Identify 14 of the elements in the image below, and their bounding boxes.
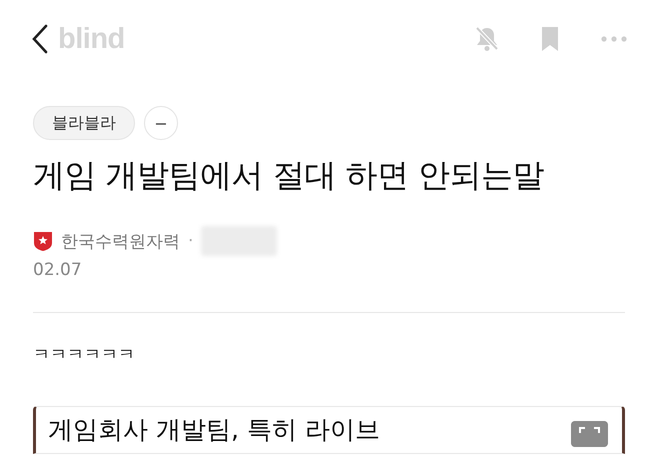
- bookmark-icon[interactable]: [540, 26, 560, 52]
- shield-star-icon: [33, 230, 53, 252]
- card-title: 게임회사 개발팀, 특히 라이브: [48, 414, 381, 446]
- post-title: 게임 개발팀에서 절대 하면 안되는말: [33, 155, 546, 196]
- back-icon[interactable]: [32, 24, 48, 54]
- post-date: 02.07: [33, 260, 83, 280]
- muted-bell-icon[interactable]: [474, 25, 500, 53]
- author-company: 한국수력원자력: [61, 230, 180, 252]
- more-icon[interactable]: [600, 35, 628, 43]
- category-chip[interactable]: 블라블라: [33, 106, 135, 140]
- collapse-button[interactable]: −: [144, 106, 178, 140]
- expand-icon[interactable]: [571, 421, 608, 447]
- post-body: ㅋㅋㅋㅋㅋㅋ: [33, 344, 136, 366]
- separator: ·: [188, 231, 194, 251]
